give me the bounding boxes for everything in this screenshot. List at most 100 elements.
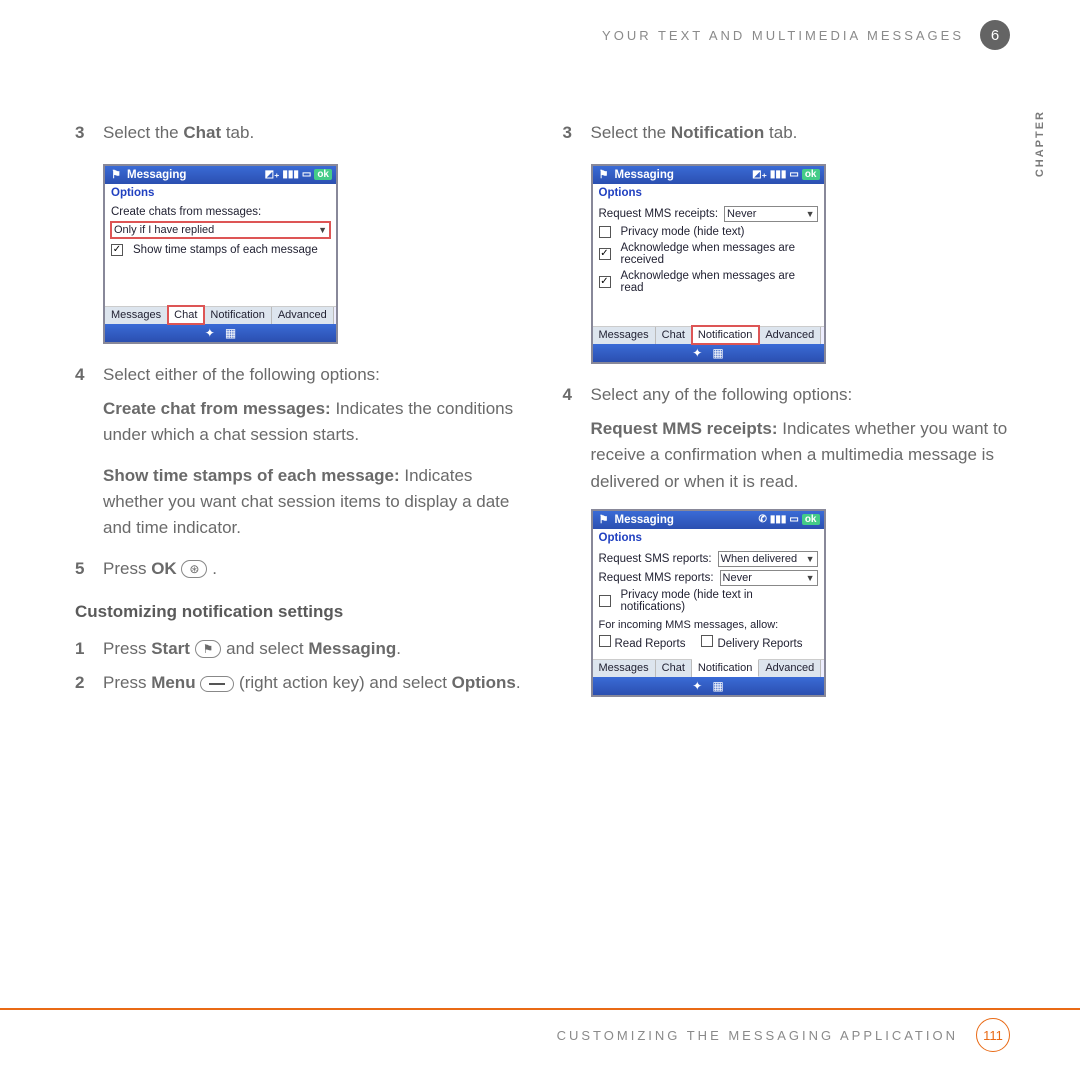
step-4-left: 4 Select either of the following options… [75, 362, 523, 388]
checkbox-unchecked-icon [599, 226, 611, 238]
chevron-down-icon: ▼ [806, 207, 815, 221]
select-request-mms[interactable]: Never▼ [724, 206, 817, 222]
substep-2: 2 Press Menu (right action key) and sele… [75, 670, 523, 696]
option-create-chat: Create chat from messages: Indicates the… [103, 396, 523, 449]
mini-title: Messaging [615, 169, 674, 181]
tab-advanced[interactable]: Advanced [759, 327, 821, 344]
chapter-label-vertical: CHAPTER [1034, 110, 1046, 177]
checkbox-ack-read-row[interactable]: ✓ Acknowledge when messages are read [599, 270, 818, 294]
chevron-down-icon: ▼ [318, 223, 327, 237]
select-request-sms[interactable]: When delivered▼ [718, 551, 818, 567]
mini-tabs: Messages Chat Notification Advanced [593, 659, 824, 677]
label-request-mms: Request MMS receipts: [599, 208, 719, 220]
chapter-badge: 6 [980, 20, 1010, 50]
label-request-mms: Request MMS reports: [599, 572, 714, 584]
mini-titlebar: ⚑ Messaging ◩₊ ▮▮▮ ▭ ok [105, 166, 336, 184]
step-5-left: 5 Press OK ⊛ . [75, 556, 523, 582]
select-request-mms[interactable]: Never▼ [720, 570, 818, 586]
checkbox-delivery-reports-row[interactable]: Delivery Reports [701, 635, 802, 650]
section-title: YOUR TEXT AND MULTIMEDIA MESSAGES [602, 28, 964, 43]
step-text: Press Menu (right action key) and select… [103, 670, 521, 696]
ok-key-icon: ⊛ [181, 560, 207, 578]
soft-key-icon: ✦ [692, 679, 702, 693]
soft-key-icon: ✦ [692, 346, 702, 360]
substep-1: 1 Press Start ⚑ and select Messaging. [75, 636, 523, 662]
signal-icon: ▮▮▮ [770, 514, 787, 525]
tab-chat[interactable]: Chat [656, 327, 692, 344]
tab-messages[interactable]: Messages [593, 327, 656, 344]
sip-icon: ▦ [712, 346, 723, 360]
checkbox-unchecked-icon [599, 635, 611, 647]
chevron-down-icon: ▼ [806, 571, 815, 585]
checkbox-checked-icon: ✓ [111, 244, 123, 256]
tab-advanced[interactable]: Advanced [759, 660, 821, 677]
step-3-right: 3 Select the Notification tab. [563, 120, 1011, 146]
page-footer: CUSTOMIZING THE MESSAGING APPLICATION 11… [0, 1008, 1080, 1052]
mini-subtitle: Options [593, 529, 824, 547]
battery-icon: ▭ [302, 169, 311, 180]
checkbox-privacy-notif-row[interactable]: Privacy mode (hide text in notifications… [599, 589, 818, 613]
mini-subtitle: Options [593, 184, 824, 202]
step-text: Select any of the following options: [591, 382, 853, 408]
sip-icon: ▦ [712, 679, 723, 693]
checkbox-checked-icon: ✓ [599, 248, 611, 260]
option-show-timestamps: Show time stamps of each message: Indica… [103, 463, 523, 542]
checkbox-privacy-mode-row[interactable]: Privacy mode (hide text) [599, 226, 818, 238]
step-number: 4 [563, 385, 581, 405]
tab-messages[interactable]: Messages [105, 307, 168, 324]
screenshot-chat-options: ⚑ Messaging ◩₊ ▮▮▮ ▭ ok Options Create c… [103, 164, 338, 344]
mini-title: Messaging [127, 169, 186, 181]
mini-titlebar: ⚑ Messaging ◩₊ ▮▮▮ ▭ ok [593, 166, 824, 184]
start-key-icon: ⚑ [195, 640, 222, 658]
left-column: 3 Select the Chat tab. ⚑ Messaging ◩₊ ▮▮… [75, 30, 523, 715]
label-create-chats: Create chats from messages: [111, 206, 330, 218]
checkbox-unchecked-icon [599, 595, 611, 607]
soft-key-icon: ✦ [205, 326, 215, 340]
tab-notification[interactable]: Notification [692, 659, 759, 677]
subheading-customizing-notification: Customizing notification settings [75, 602, 523, 622]
menu-key-icon [200, 676, 234, 692]
label-request-sms: Request SMS reports: [599, 553, 712, 565]
start-flag-icon: ⚑ [109, 168, 123, 182]
tab-messages[interactable]: Messages [593, 660, 656, 677]
step-number: 5 [75, 559, 93, 579]
tab-notification[interactable]: Notification [204, 307, 271, 324]
ok-indicator: ok [314, 169, 332, 180]
mini-tabs: Messages Chat Notification Advanced [105, 306, 336, 324]
mini-tabs: Messages Chat Notification Advanced [593, 326, 824, 344]
step-3-left: 3 Select the Chat tab. [75, 120, 523, 146]
step-text: Select the Notification tab. [591, 120, 798, 146]
right-column: 3 Select the Notification tab. ⚑ Messagi… [563, 30, 1011, 715]
checkbox-show-timestamps-row[interactable]: ✓ Show time stamps of each message [111, 244, 330, 256]
screenshot-notification-options-1: ⚑ Messaging ◩₊ ▮▮▮ ▭ ok Options Request … [591, 164, 826, 364]
sound-icon: ◩₊ [752, 169, 767, 180]
step-number: 3 [75, 123, 93, 143]
footer-title: CUSTOMIZING THE MESSAGING APPLICATION [557, 1028, 958, 1043]
step-number: 4 [75, 365, 93, 385]
mini-titlebar: ⚑ Messaging ✆ ▮▮▮ ▭ ok [593, 511, 824, 529]
option-request-mms-receipts: Request MMS receipts: Indicates whether … [591, 416, 1011, 495]
select-create-chats[interactable]: Only if I have replied▼ [111, 222, 330, 238]
tab-chat[interactable]: Chat [656, 660, 692, 677]
sound-icon: ◩₊ [265, 169, 280, 180]
page-header: YOUR TEXT AND MULTIMEDIA MESSAGES 6 [602, 20, 1010, 50]
tab-chat[interactable]: Chat [168, 306, 204, 324]
start-flag-icon: ⚑ [597, 513, 611, 527]
mini-softkey-bar: ✦ ▦ [593, 344, 824, 362]
tab-notification[interactable]: Notification [692, 326, 759, 344]
mini-softkey-bar: ✦ ▦ [593, 677, 824, 695]
checkbox-ack-received-row[interactable]: ✓ Acknowledge when messages are received [599, 242, 818, 266]
mini-subtitle: Options [105, 184, 336, 202]
step-number: 2 [75, 673, 93, 693]
mini-softkey-bar: ✦ ▦ [105, 324, 336, 342]
ok-indicator: ok [802, 169, 820, 180]
checkbox-unchecked-icon [701, 635, 713, 647]
start-flag-icon: ⚑ [597, 168, 611, 182]
checkbox-read-reports-row[interactable]: Read Reports [599, 635, 686, 650]
battery-icon: ▭ [789, 514, 798, 525]
label-incoming-mms-allow: For incoming MMS messages, allow: [599, 619, 818, 631]
page-number: 111 [976, 1018, 1010, 1052]
step-number: 1 [75, 639, 93, 659]
tab-advanced[interactable]: Advanced [272, 307, 334, 324]
checkbox-checked-icon: ✓ [599, 276, 611, 288]
